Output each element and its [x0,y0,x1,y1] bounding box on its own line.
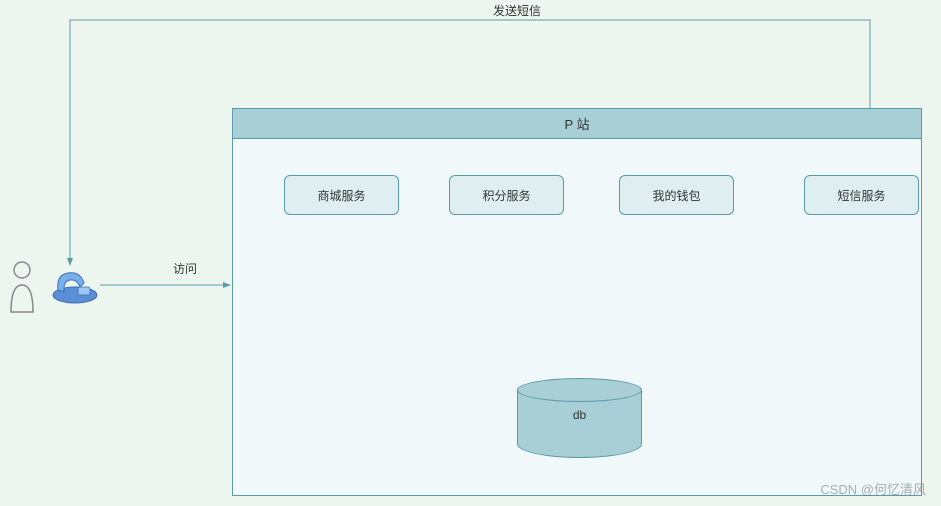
db-label: db [517,408,642,422]
phone-icon [50,265,100,305]
db-cylinder: db [517,378,642,463]
service-points: 积分服务 [449,175,564,215]
container-title: P 站 [233,109,921,139]
label-access: 访问 [170,260,200,277]
user-icon [5,260,40,315]
service-sms: 短信服务 [804,175,919,215]
label-send-sms: 发送短信 [490,2,544,19]
service-wallet: 我的钱包 [619,175,734,215]
watermark: CSDN @何忆清风 [820,479,926,498]
service-mall: 商城服务 [284,175,399,215]
